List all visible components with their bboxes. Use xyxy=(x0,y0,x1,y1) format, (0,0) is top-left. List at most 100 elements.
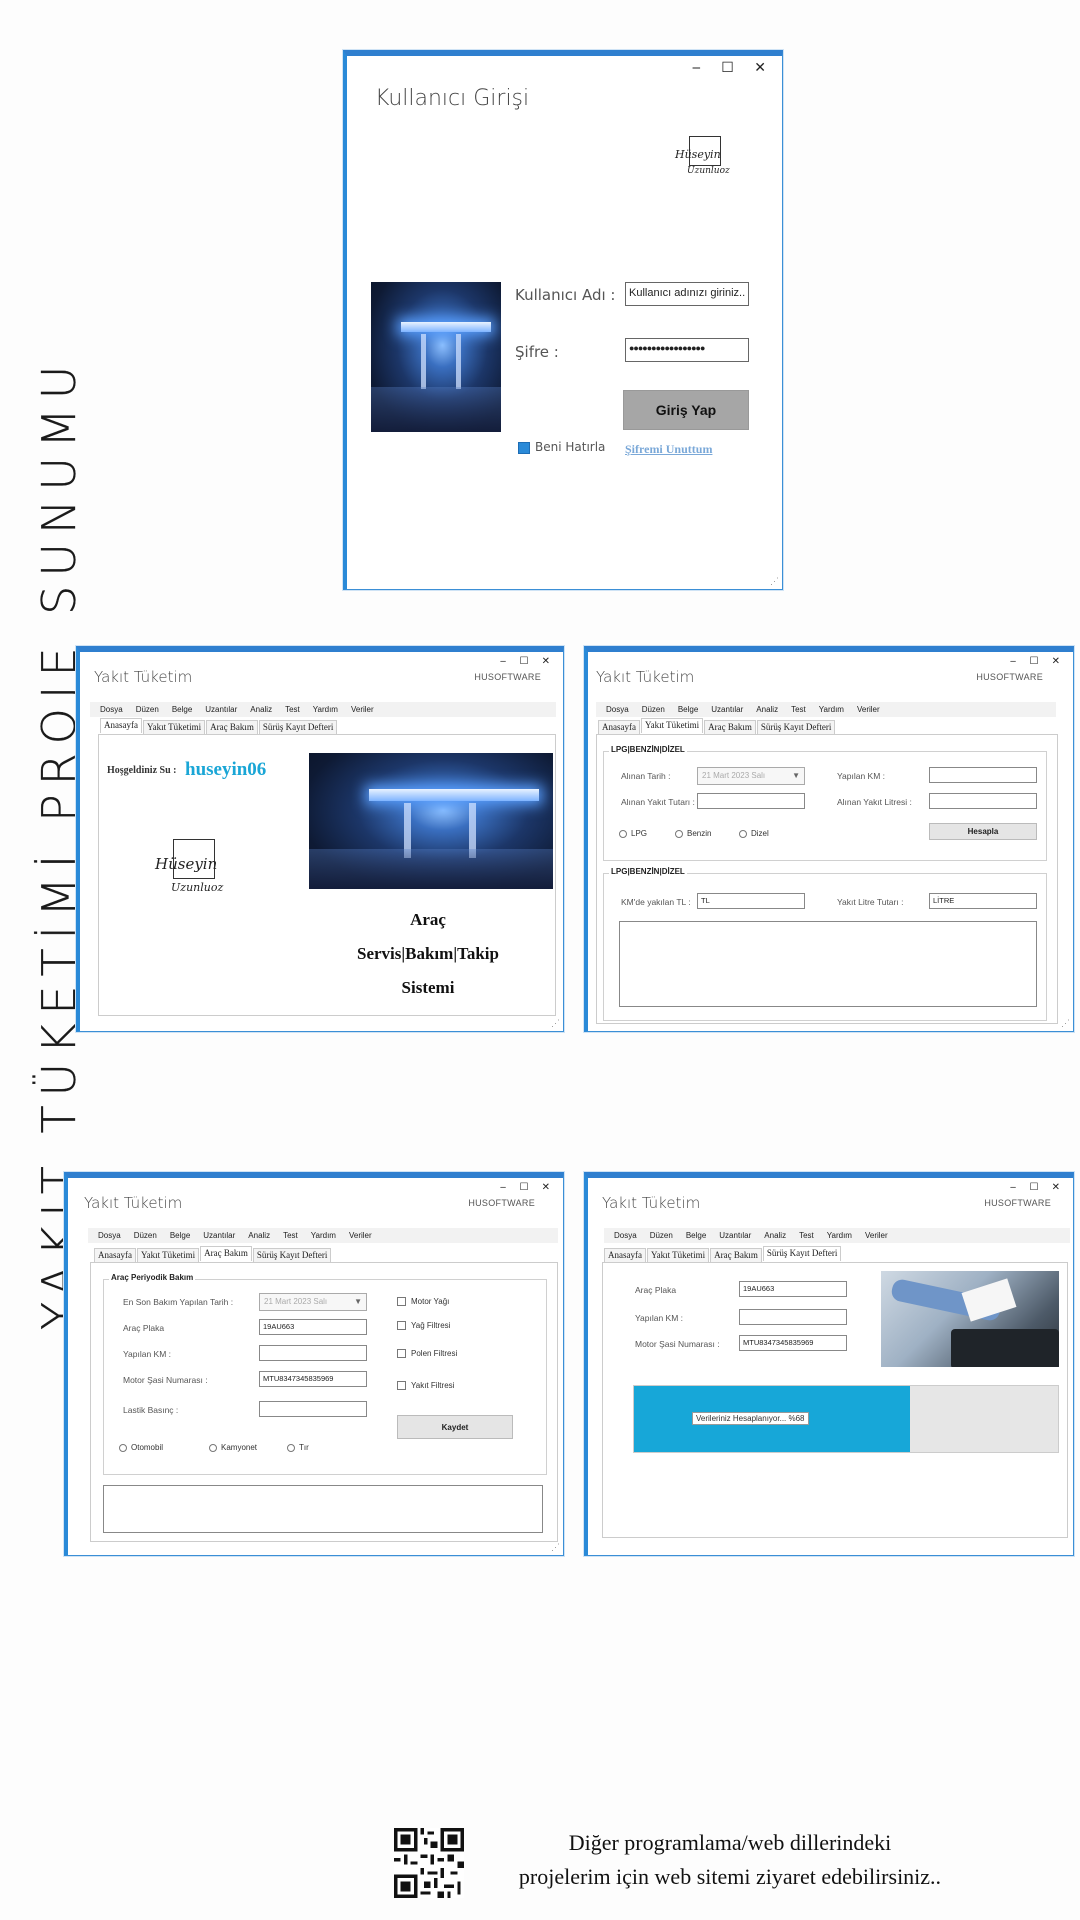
calculate-button[interactable]: Hesapla xyxy=(929,823,1037,840)
window-controls[interactable]: ‒ ☐ ✕ xyxy=(500,656,555,667)
password-field[interactable]: ●●●●●●●●●●●●●●●●● xyxy=(625,338,749,362)
check-oil-filter[interactable]: Yağ Filtresi xyxy=(397,1321,450,1330)
menu-item[interactable]: Test xyxy=(285,705,300,714)
chassis-input[interactable]: MTU8347345835969 xyxy=(259,1371,367,1387)
check-pollen-filter[interactable]: Polen Filtresi xyxy=(397,1349,457,1358)
last-date-picker[interactable]: 21 Mart 2023 Salı ▼ xyxy=(259,1293,367,1311)
menu-item[interactable]: Yardım xyxy=(311,1231,336,1240)
menu-item[interactable]: Yardım xyxy=(819,705,844,714)
window-controls[interactable]: ‒ ☐ ✕ xyxy=(500,1182,555,1193)
tab-maintenance[interactable]: Araç Bakım xyxy=(206,720,258,735)
tire-pressure-label: Lastik Basınç : xyxy=(123,1405,179,1415)
chassis-input[interactable]: MTU8347345835969 xyxy=(739,1335,847,1351)
radio-diesel[interactable]: Dizel xyxy=(739,829,769,838)
forgot-password-link[interactable]: Şifremi Unuttum xyxy=(625,442,712,457)
radio-van[interactable]: Kamyonet xyxy=(209,1443,257,1452)
menu-item[interactable]: Test xyxy=(799,1231,814,1240)
menu-item[interactable]: Dosya xyxy=(614,1231,637,1240)
menu-item[interactable]: Belge xyxy=(678,705,698,714)
radio-truck[interactable]: Tır xyxy=(287,1443,309,1452)
tab-home[interactable]: Anasayfa xyxy=(94,1248,136,1263)
tab-fuel[interactable]: Yakıt Tüketimi xyxy=(136,1248,200,1263)
menu-item[interactable]: Analiz xyxy=(250,705,272,714)
menu-item[interactable]: Analiz xyxy=(764,1231,786,1240)
fuel-notes-area[interactable] xyxy=(619,921,1037,1007)
liter-amount-label: Yakıt Litre Tutarı : xyxy=(837,897,904,907)
tab-maintenance[interactable]: Araç Bakım xyxy=(200,1246,252,1261)
maintenance-notes-area[interactable] xyxy=(103,1485,543,1533)
km-input[interactable] xyxy=(929,767,1037,783)
username-field[interactable]: Kullanıcı adınızı giriniz.. xyxy=(625,282,749,306)
brand-label: HUSOFTWARE xyxy=(976,672,1043,682)
menu-item[interactable]: Uzantılar xyxy=(205,705,237,714)
menu-item[interactable]: Belge xyxy=(686,1231,706,1240)
save-button[interactable]: Kaydet xyxy=(397,1415,513,1439)
menu-item[interactable]: Düzen xyxy=(650,1231,673,1240)
date-picker[interactable]: 21 Mart 2023 Salı ▼ xyxy=(697,767,805,785)
tab-home[interactable]: Anasayfa xyxy=(604,1248,646,1263)
km-tl-field[interactable]: TL xyxy=(697,893,805,909)
menu-item[interactable]: Uzantılar xyxy=(719,1231,751,1240)
check-fuel-filter[interactable]: Yakıt Filtresi xyxy=(397,1381,454,1390)
window-controls[interactable]: ‒ ☐ ✕ xyxy=(1010,656,1065,667)
menu-item[interactable]: Veriler xyxy=(865,1231,888,1240)
menu-item[interactable]: Yardım xyxy=(313,705,338,714)
menu-item[interactable]: Dosya xyxy=(606,705,629,714)
tire-pressure-input[interactable] xyxy=(259,1401,367,1417)
km-input[interactable] xyxy=(259,1345,367,1361)
tab-home[interactable]: Anasayfa xyxy=(100,718,142,733)
resize-grip-icon[interactable]: ⋰ xyxy=(770,576,779,587)
tab-log[interactable]: Sürüş Kayıt Defteri xyxy=(258,720,338,735)
fuel-liters-input[interactable] xyxy=(929,793,1037,809)
menu-item[interactable]: Belge xyxy=(170,1231,190,1240)
tab-fuel[interactable]: Yakıt Tüketimi xyxy=(640,718,704,733)
tab-home[interactable]: Anasayfa xyxy=(598,720,640,735)
menu-item[interactable]: Analiz xyxy=(756,705,778,714)
km-tl-label: KM'de yakılan TL : xyxy=(621,897,691,907)
resize-grip-icon[interactable]: ⋰ xyxy=(1061,1018,1070,1029)
menu-item[interactable]: Yardım xyxy=(827,1231,852,1240)
remember-checkbox[interactable] xyxy=(518,442,530,454)
check-engine-oil[interactable]: Motor Yağı xyxy=(397,1297,449,1306)
menu-item[interactable]: Dosya xyxy=(100,705,123,714)
menu-item[interactable]: Test xyxy=(283,1231,298,1240)
brand-label: HUSOFTWARE xyxy=(984,1198,1051,1208)
window-controls[interactable]: ‒ ☐ ✕ xyxy=(692,60,774,76)
window-controls[interactable]: ‒ ☐ ✕ xyxy=(1010,1182,1065,1193)
date-label: Alınan Tarih : xyxy=(621,771,671,781)
menu-item[interactable]: Düzen xyxy=(136,705,159,714)
menu-item[interactable]: Belge xyxy=(172,705,192,714)
fuel-amount-label: Alınan Yakıt Tutarı : xyxy=(621,797,695,807)
resize-grip-icon[interactable]: ⋰ xyxy=(551,1018,560,1029)
tab-maintenance[interactable]: Araç Bakım xyxy=(704,720,756,735)
resize-grip-icon[interactable]: ⋰ xyxy=(551,1542,560,1553)
menu-item[interactable]: Düzen xyxy=(642,705,665,714)
fuel-amount-input[interactable] xyxy=(697,793,805,809)
tab-fuel[interactable]: Yakıt Tüketimi xyxy=(142,720,206,735)
qr-code-icon[interactable] xyxy=(394,1828,464,1898)
menu-item[interactable]: Test xyxy=(791,705,806,714)
login-button[interactable]: Giriş Yap xyxy=(623,390,749,430)
menu-item[interactable]: Veriler xyxy=(349,1231,372,1240)
menu-item[interactable]: Uzantılar xyxy=(711,705,743,714)
tab-log[interactable]: Sürüş Kayıt Defteri xyxy=(252,1248,332,1263)
liter-amount-field[interactable]: LİTRE xyxy=(929,893,1037,909)
plate-input[interactable]: 19AU663 xyxy=(259,1319,367,1335)
plate-input[interactable]: 19AU663 xyxy=(739,1281,847,1297)
km-input[interactable] xyxy=(739,1309,847,1325)
menu-item[interactable]: Analiz xyxy=(248,1231,270,1240)
tab-maintenance[interactable]: Araç Bakım xyxy=(710,1248,762,1263)
menu-item[interactable]: Düzen xyxy=(134,1231,157,1240)
menu-item[interactable]: Veriler xyxy=(351,705,374,714)
radio-car[interactable]: Otomobil xyxy=(119,1443,163,1452)
radio-gasoline[interactable]: Benzin xyxy=(675,829,711,838)
tab-log[interactable]: Sürüş Kayıt Defteri xyxy=(756,720,836,735)
dropdown-arrow-icon: ▼ xyxy=(354,1297,362,1306)
menu-item[interactable]: Veriler xyxy=(857,705,880,714)
radio-lpg[interactable]: LPG xyxy=(619,829,647,838)
menu-item[interactable]: Uzantılar xyxy=(203,1231,235,1240)
tab-fuel[interactable]: Yakıt Tüketimi xyxy=(646,1248,710,1263)
progress-label: Verileriniz Hesaplanıyor... %68 xyxy=(692,1412,809,1425)
tab-log[interactable]: Sürüş Kayıt Defteri xyxy=(762,1246,842,1261)
menu-item[interactable]: Dosya xyxy=(98,1231,121,1240)
